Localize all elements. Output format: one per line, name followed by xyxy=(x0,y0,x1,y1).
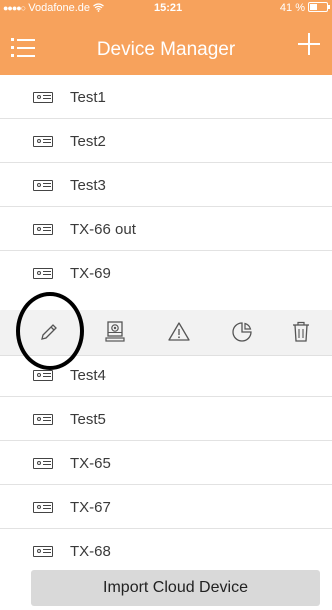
device-label: Test1 xyxy=(70,89,106,106)
device-label: Test4 xyxy=(70,367,106,384)
list-item[interactable]: TX-66 out xyxy=(0,207,332,251)
battery-icon xyxy=(308,2,330,12)
device-icon xyxy=(33,268,53,279)
device-icon xyxy=(33,92,53,103)
device-icon xyxy=(33,224,53,235)
list-item[interactable]: Test2 xyxy=(0,119,332,163)
list-item[interactable]: Test5 xyxy=(0,397,332,441)
list-item[interactable]: Test1 xyxy=(0,75,332,119)
device-label: Test3 xyxy=(70,177,106,194)
highlight-circle xyxy=(16,292,84,370)
device-icon xyxy=(33,458,53,469)
device-icon xyxy=(33,136,53,147)
device-icon xyxy=(33,502,53,513)
device-label: TX-68 xyxy=(70,543,111,560)
device-label: Test2 xyxy=(70,133,106,150)
device-icon xyxy=(33,414,53,425)
list-item[interactable]: TX-65 xyxy=(0,441,332,485)
device-label: TX-65 xyxy=(70,455,111,472)
status-bar: ●●●●○ Vodafone.de 15:21 41 % xyxy=(0,0,332,17)
page-title: Device Manager xyxy=(96,39,236,60)
warning-icon[interactable] xyxy=(166,319,192,345)
plus-icon[interactable] xyxy=(296,31,322,57)
pie-chart-icon[interactable] xyxy=(229,319,255,345)
import-cloud-device-button[interactable]: Import Cloud Device xyxy=(31,570,320,606)
status-time: 15:21 xyxy=(154,2,183,14)
device-label: TX-69 xyxy=(70,265,111,282)
device-icon xyxy=(33,546,53,557)
list-item[interactable]: TX-69 xyxy=(0,251,332,295)
wifi-icon xyxy=(93,2,104,14)
device-label: TX-66 out xyxy=(70,221,136,238)
device-icon xyxy=(33,180,53,191)
trash-icon[interactable] xyxy=(288,319,314,345)
battery-percent: 41 % xyxy=(279,2,305,14)
signal-strength: ●●●●○ xyxy=(3,3,26,13)
list-item[interactable]: Test3 xyxy=(0,163,332,207)
navigation-bar: Device Manager xyxy=(0,17,332,75)
device-label: Test5 xyxy=(70,411,106,428)
carrier-name: Vodafone.de xyxy=(28,2,91,14)
list-item[interactable]: TX-67 xyxy=(0,485,332,529)
device-label: TX-67 xyxy=(70,499,111,516)
device-icon xyxy=(33,370,53,381)
device-settings-icon[interactable] xyxy=(102,319,128,345)
